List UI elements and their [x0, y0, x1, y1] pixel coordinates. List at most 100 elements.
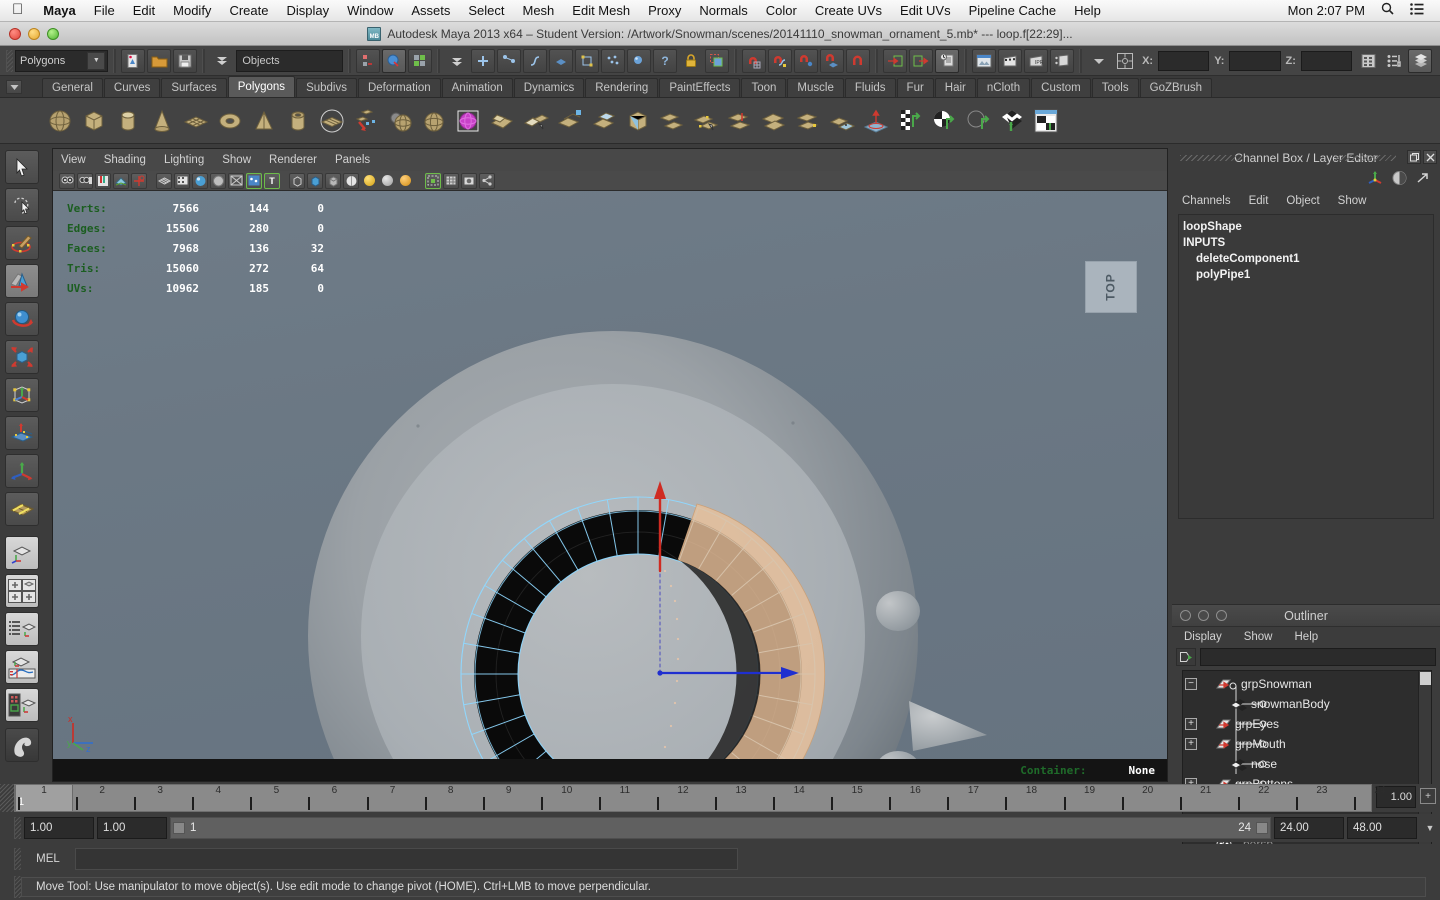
- tab-rendering[interactable]: Rendering: [585, 78, 659, 97]
- snap-to-grid-icon[interactable]: [742, 48, 767, 73]
- osx-menu-item-display[interactable]: Display: [277, 0, 338, 22]
- search-icon[interactable]: [1373, 0, 1402, 22]
- tab-ncloth[interactable]: nCloth: [976, 78, 1031, 97]
- select-tool-icon[interactable]: [5, 150, 39, 184]
- tool-settings-toggle-icon[interactable]: [1382, 49, 1406, 73]
- cut-faces-icon[interactable]: [826, 105, 857, 136]
- shadow-map-icon[interactable]: [343, 172, 359, 189]
- component-mask-menu-icon[interactable]: [445, 49, 469, 73]
- tab-polygons[interactable]: Polygons: [227, 76, 296, 97]
- tab-hair[interactable]: Hair: [934, 78, 976, 97]
- paint-select-tool-icon[interactable]: [5, 226, 39, 260]
- select-camera-icon[interactable]: [59, 172, 75, 189]
- mask-curves-icon[interactable]: [523, 48, 548, 73]
- single-perspective-view-icon[interactable]: [5, 536, 39, 570]
- tab-animation[interactable]: Animation: [441, 78, 513, 97]
- planar-mapping-icon[interactable]: [996, 105, 1027, 136]
- sidebar-toggle-menu-icon[interactable]: [1087, 49, 1111, 73]
- poly-sphere-icon[interactable]: [44, 105, 75, 136]
- persp-graph-layout-icon[interactable]: [5, 650, 39, 684]
- smooth-shade-all-icon[interactable]: [192, 172, 208, 189]
- range-slider-right-handle[interactable]: [1256, 822, 1268, 834]
- outliner-menu-display[interactable]: Display: [1184, 631, 1222, 643]
- last-tool-used-icon[interactable]: [5, 492, 39, 526]
- outliner-close-button[interactable]: [1180, 610, 1191, 621]
- chevron-down-icon[interactable]: ▼: [1420, 817, 1440, 839]
- rotate-tool-icon[interactable]: [5, 302, 39, 336]
- osx-menu-item-file[interactable]: File: [85, 0, 124, 22]
- outliner-search-input[interactable]: [1200, 648, 1436, 666]
- osx-menu-item-color[interactable]: Color: [757, 0, 806, 22]
- wedge-face-icon[interactable]: [894, 105, 925, 136]
- time-slider-grip[interactable]: [0, 784, 14, 812]
- combine-icon[interactable]: [452, 105, 483, 136]
- outliner-menu-show[interactable]: Show: [1244, 631, 1273, 643]
- animation-start-time-field[interactable]: 1.00: [24, 817, 94, 839]
- undock-panel-icon[interactable]: [1407, 150, 1421, 164]
- playback-start-time-field[interactable]: 1.00: [97, 817, 167, 839]
- outliner-menu-help[interactable]: Help: [1295, 631, 1319, 643]
- maya-dragon-logo-icon[interactable]: [5, 728, 39, 762]
- input-connections-icon[interactable]: [883, 48, 908, 73]
- soft-modification-tool-icon[interactable]: [5, 416, 39, 450]
- list-item[interactable]: + grpEyes: [1183, 714, 1431, 734]
- osx-menu-item-edit-uvs[interactable]: Edit UVs: [891, 0, 960, 22]
- coord-input-y[interactable]: [1229, 50, 1281, 71]
- list-icon[interactable]: [1402, 0, 1432, 22]
- sculpt-geometry-icon[interactable]: [962, 105, 993, 136]
- channel-box-menu-channels[interactable]: Channels: [1182, 195, 1231, 207]
- smooth-icon[interactable]: [554, 105, 585, 136]
- command-line-grip[interactable]: [14, 848, 21, 870]
- command-line-label[interactable]: MEL: [26, 853, 70, 865]
- tab-painteffects[interactable]: PaintEffects: [659, 78, 741, 97]
- show-channel-box-icon[interactable]: [1113, 49, 1137, 73]
- component-mode-button[interactable]: [408, 48, 433, 73]
- grid-display-icon[interactable]: [443, 172, 459, 189]
- poly-pyramid-icon[interactable]: [248, 105, 279, 136]
- universal-manipulator-icon[interactable]: [5, 378, 39, 412]
- construction-history-icon[interactable]: [935, 48, 960, 73]
- all-lights-icon[interactable]: [325, 172, 341, 189]
- channel-box-layer-editor-toggle-icon[interactable]: [1408, 48, 1433, 73]
- isolate-select-icon[interactable]: [425, 172, 441, 189]
- poly-cylinder-icon[interactable]: [112, 105, 143, 136]
- mask-deformers-icon[interactable]: [575, 48, 600, 73]
- render-settings-icon[interactable]: [1050, 48, 1075, 73]
- tab-curves[interactable]: Curves: [103, 78, 161, 97]
- channel-box-axis-icon[interactable]: [1367, 170, 1384, 188]
- expander-plus-icon[interactable]: +: [1185, 718, 1197, 730]
- expand-panel-icon[interactable]: [1415, 171, 1430, 188]
- selection-object-field[interactable]: Objects: [236, 49, 344, 72]
- range-slider[interactable]: 1 24: [170, 817, 1271, 839]
- mask-handles-icon[interactable]: [471, 48, 496, 73]
- tab-fluids[interactable]: Fluids: [844, 78, 896, 97]
- poly-cone-icon[interactable]: [146, 105, 177, 136]
- tab-general[interactable]: General: [42, 78, 103, 97]
- split-polygon-icon[interactable]: [724, 105, 755, 136]
- save-scene-button[interactable]: [173, 48, 198, 73]
- texture-display-icon[interactable]: [246, 172, 262, 189]
- osx-menu-item-maya[interactable]: Maya: [34, 0, 85, 22]
- osx-menu-item-modify[interactable]: Modify: [164, 0, 220, 22]
- object-mode-button[interactable]: [382, 48, 407, 73]
- uv-texture-editor-icon[interactable]: [1030, 105, 1061, 136]
- channel-box-input-deletecomponent1[interactable]: deleteComponent1: [1183, 251, 1433, 267]
- mirror-geometry-icon[interactable]: [520, 105, 551, 136]
- mask-surfaces-icon[interactable]: [549, 48, 574, 73]
- snap-to-point-icon[interactable]: [794, 48, 819, 73]
- duplicate-face-icon[interactable]: [928, 105, 959, 136]
- two-d-pan-zoom-icon[interactable]: [131, 172, 147, 189]
- tab-deformation[interactable]: Deformation: [357, 78, 441, 97]
- poly-plane-icon[interactable]: [180, 105, 211, 136]
- outliner-minimize-button[interactable]: [1198, 610, 1209, 621]
- mask-rendering-icon[interactable]: [627, 48, 652, 73]
- poly-torus-icon[interactable]: [214, 105, 245, 136]
- bridge-icon[interactable]: [656, 105, 687, 136]
- shadows-off-icon[interactable]: [289, 172, 305, 189]
- channel-box-menu-show[interactable]: Show: [1338, 195, 1367, 207]
- time-slider-track[interactable]: 1 1 2 3 4 5 6 7 8 9 10 11 12 13 14 15 16 17 18 19 20 21 22 23 2…: [14, 784, 1386, 812]
- list-item[interactable]: snowmanBody: [1183, 694, 1431, 714]
- list-item[interactable]: + grpMouth: [1183, 734, 1431, 754]
- view-orientation-badge[interactable]: TOP: [1085, 261, 1137, 313]
- shelf-tab-menu-icon[interactable]: [6, 80, 22, 94]
